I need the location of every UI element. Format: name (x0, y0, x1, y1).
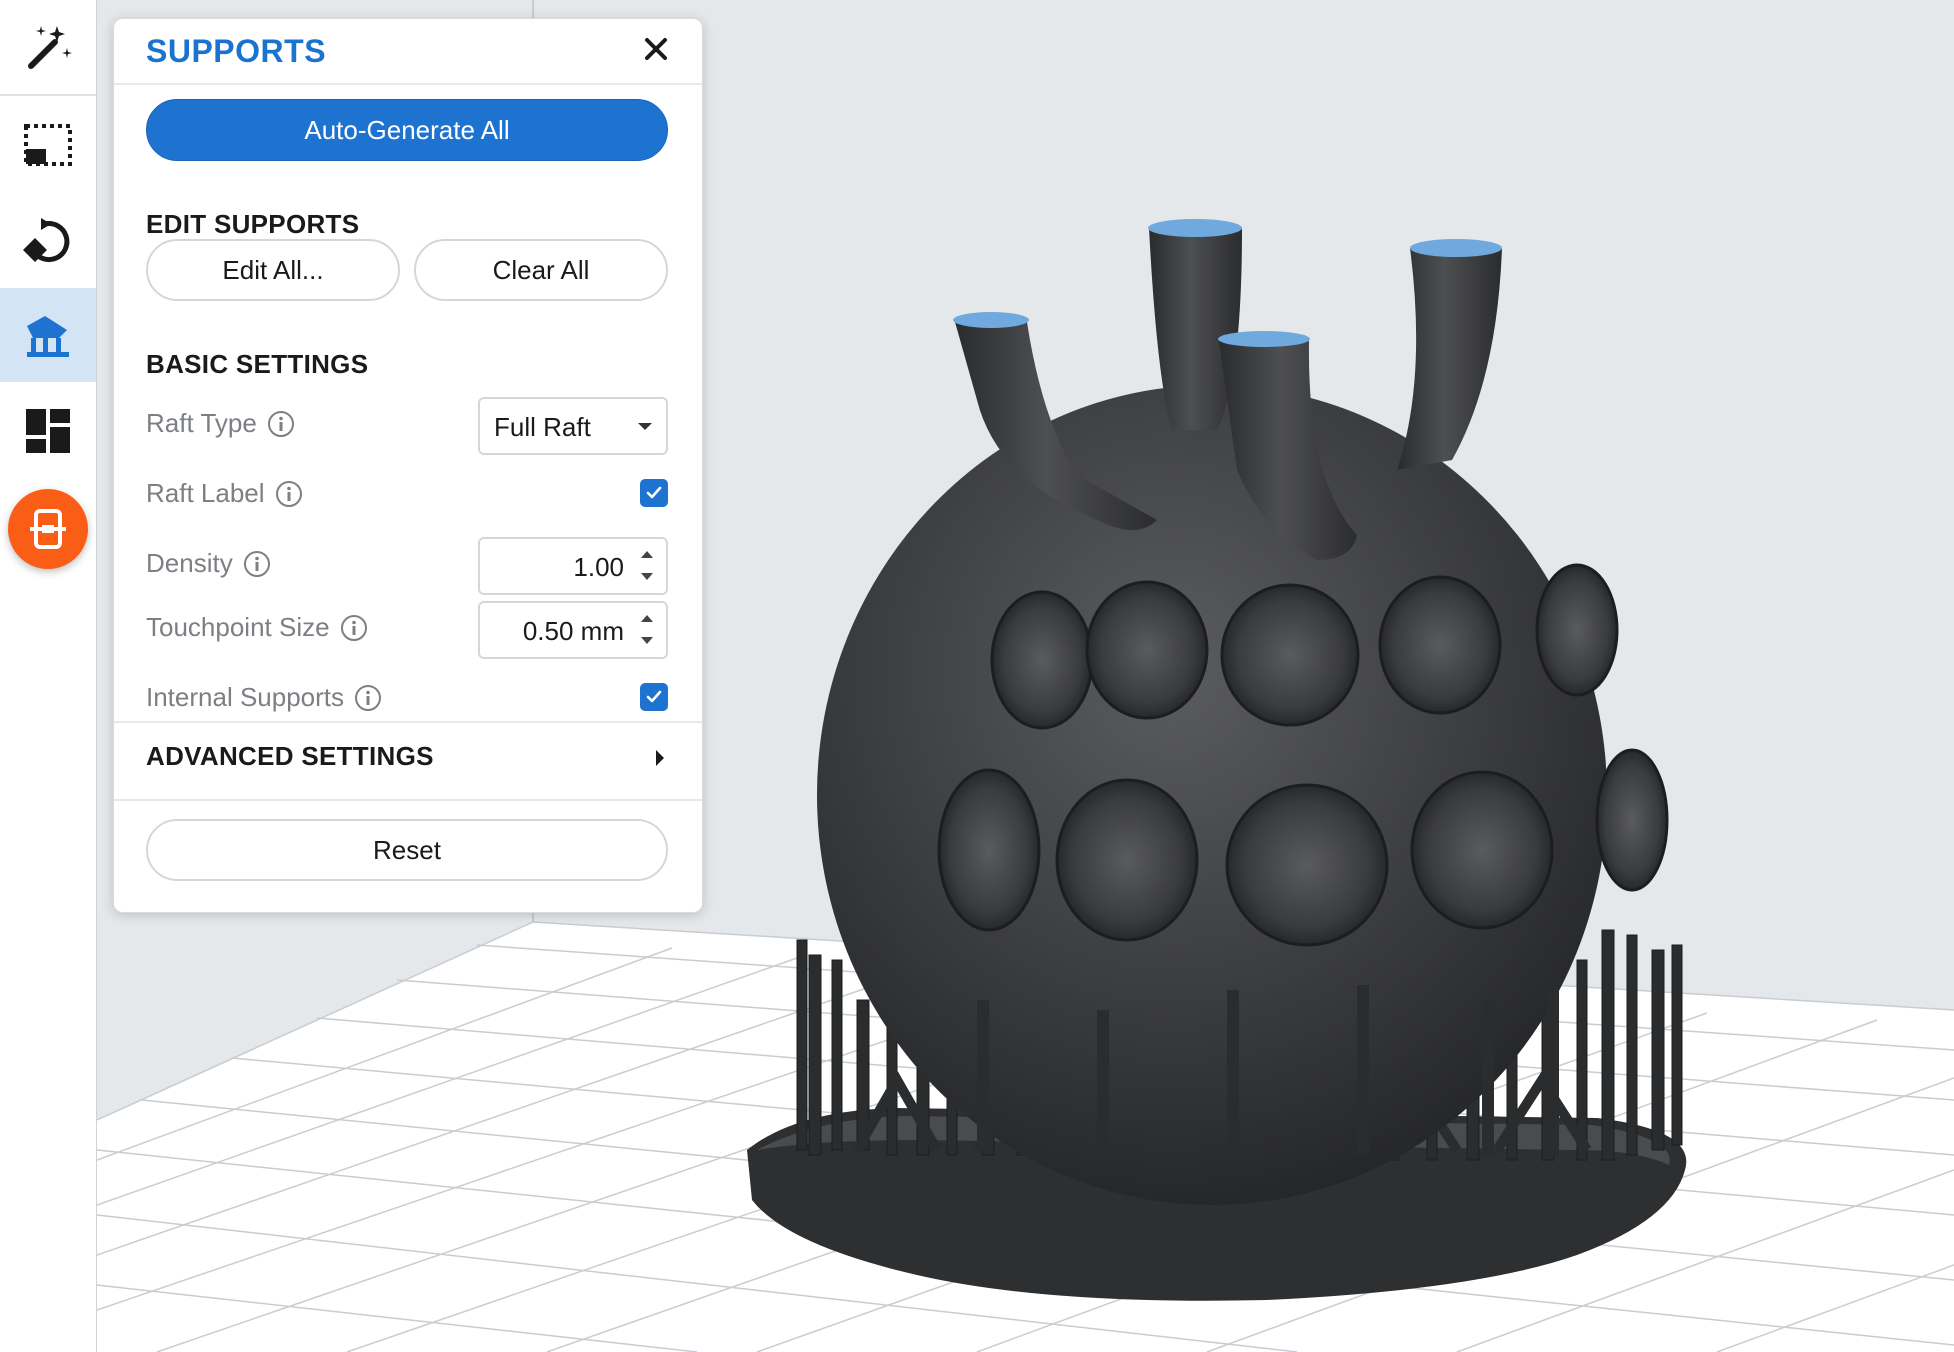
close-icon (645, 38, 667, 60)
orient-rotate-icon (23, 218, 70, 263)
supports-panel: SUPPORTS Auto-Generate All EDIT SUPPORTS… (113, 18, 703, 913)
supports-tool[interactable] (0, 288, 96, 382)
panel-header: SUPPORTS (114, 19, 702, 85)
check-icon (646, 690, 662, 703)
advanced-settings-heading: ADVANCED SETTINGS (146, 741, 434, 771)
edit-all-button[interactable]: Edit All... (146, 239, 400, 301)
raft-label-text: Raft Label (146, 478, 265, 508)
orient-tool[interactable] (0, 194, 96, 288)
raft-label-checkbox[interactable] (640, 479, 668, 507)
layout-crop-icon (24, 124, 72, 166)
advanced-settings-toggle[interactable]: ADVANCED SETTINGS (114, 719, 702, 797)
touchpoint-size-value: 0.50 mm (522, 616, 624, 646)
density-label: Density (146, 548, 271, 579)
raft-label-label: Raft Label (146, 478, 303, 509)
layout-crop-tool[interactable] (0, 98, 96, 192)
layout-grid-icon (26, 409, 70, 453)
chevron-down-icon (638, 423, 652, 430)
basic-settings-heading: BASIC SETTINGS (146, 349, 369, 379)
magic-wand-icon (28, 26, 72, 69)
info-icon[interactable] (354, 684, 382, 712)
printer-icon (30, 509, 66, 549)
density-value: 1.00 (573, 552, 624, 582)
layout-grid-tool[interactable] (0, 384, 96, 478)
internal-supports-label: Internal Supports (146, 682, 382, 713)
internal-supports-text: Internal Supports (146, 682, 345, 712)
toolbar-divider (0, 94, 96, 96)
print-button[interactable] (8, 489, 88, 569)
auto-generate-all-button[interactable]: Auto-Generate All (146, 99, 668, 161)
check-icon (646, 486, 662, 499)
panel-title: SUPPORTS (146, 33, 327, 69)
raft-type-select[interactable]: Full Raft (478, 397, 668, 455)
reset-button[interactable]: Reset (146, 819, 668, 881)
internal-supports-checkbox[interactable] (640, 683, 668, 711)
chevron-right-icon (656, 750, 664, 766)
supports-icon (27, 316, 69, 357)
touchpoint-size-label: Touchpoint Size (146, 612, 368, 643)
raft-type-value: Full Raft (494, 412, 591, 442)
increment-arrow-icon[interactable] (641, 551, 653, 558)
decrement-arrow-icon[interactable] (641, 637, 653, 644)
touchpoint-size-stepper[interactable]: 0.50 mm (478, 601, 668, 659)
edit-supports-heading: EDIT SUPPORTS (146, 209, 360, 239)
info-icon[interactable] (340, 614, 368, 642)
touchpoint-size-text: Touchpoint Size (146, 612, 330, 642)
info-icon[interactable] (267, 410, 295, 438)
decrement-arrow-icon[interactable] (641, 573, 653, 580)
raft-type-label: Raft Type (146, 408, 295, 439)
clear-all-button[interactable]: Clear All (414, 239, 668, 301)
section-divider (114, 799, 702, 801)
density-text: Density (146, 548, 233, 578)
left-toolbar (0, 0, 97, 1352)
info-icon[interactable] (243, 550, 271, 578)
density-stepper[interactable]: 1.00 (478, 537, 668, 595)
close-button[interactable] (638, 31, 674, 67)
raft-type-text: Raft Type (146, 408, 257, 438)
info-icon[interactable] (275, 480, 303, 508)
increment-arrow-icon[interactable] (641, 615, 653, 622)
magic-wand-tool[interactable] (0, 0, 96, 94)
